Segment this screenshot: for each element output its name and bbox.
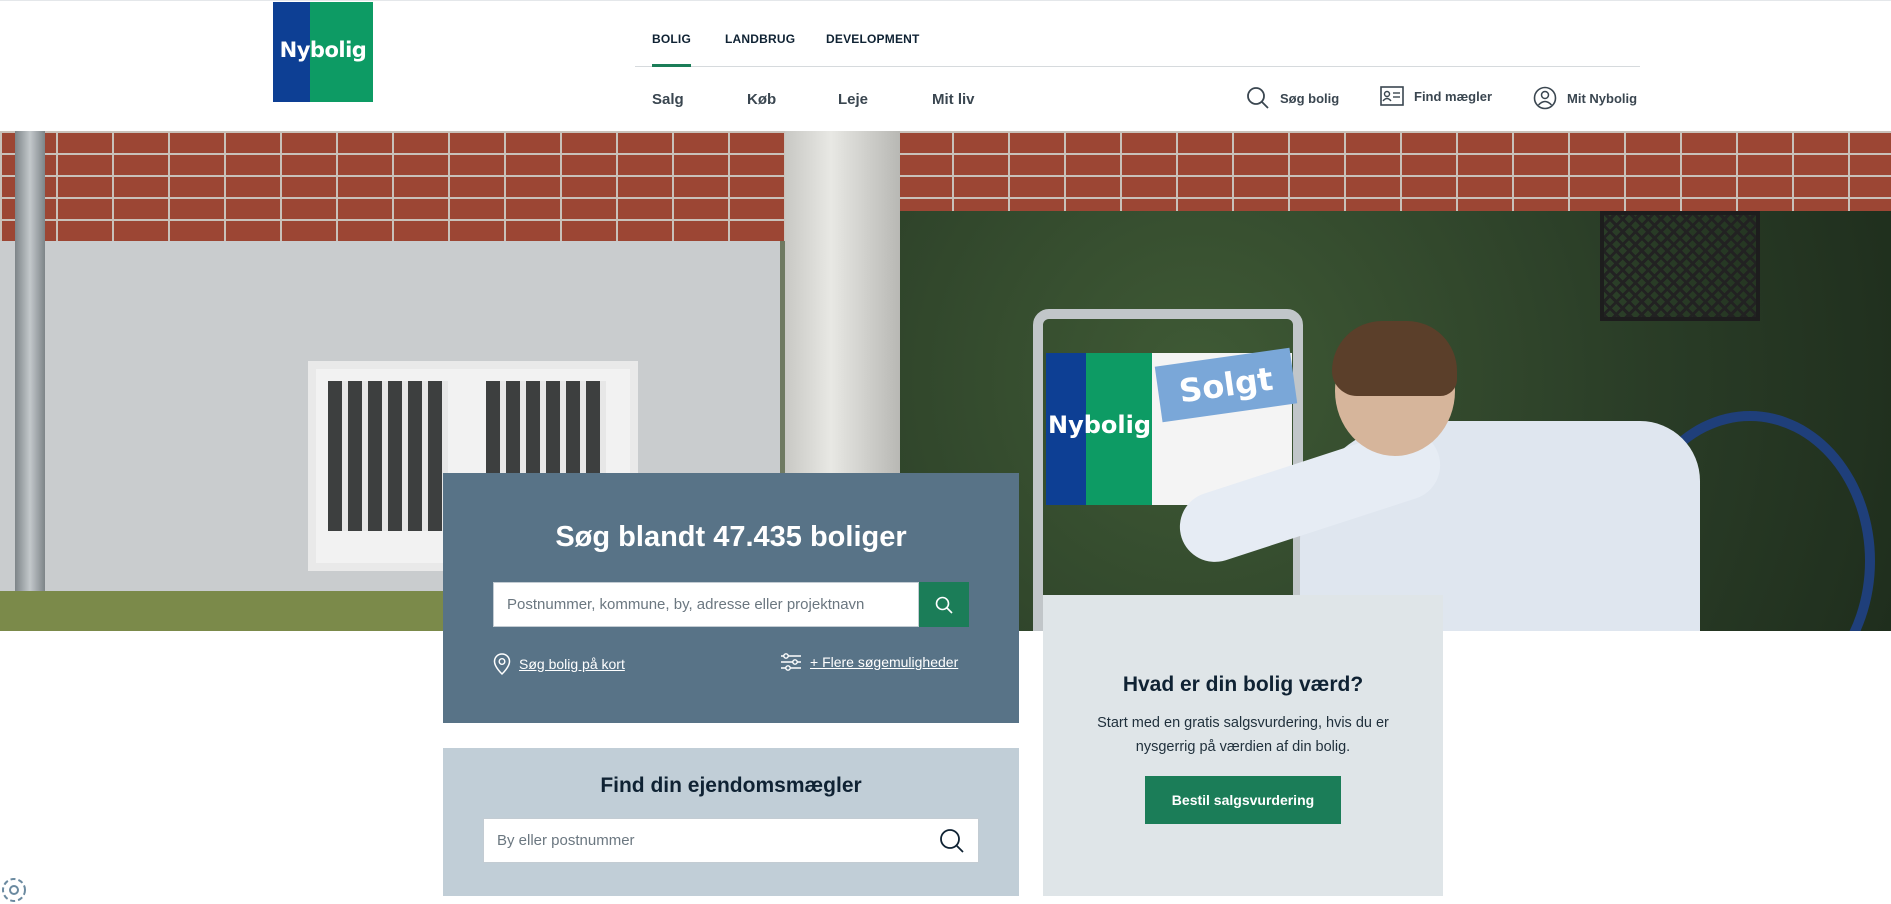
search-icon [1247,87,1269,109]
filter-sliders-icon [781,653,801,671]
more-options-link[interactable]: + Flere søgemuligheder [780,653,958,671]
order-valuation-button[interactable]: Bestil salgsvurdering [1145,776,1341,824]
agent-search-title: Find din ejendomsmægler [600,774,862,797]
drain-pipe [15,131,45,616]
cookie-settings-icon[interactable] [0,876,28,904]
user-icon [1533,86,1557,110]
logo-text: Nybolig [279,38,367,62]
search-home-label: Søg bolig [1280,90,1340,106]
my-nybolig-link[interactable]: Mit Nybolig [1533,86,1637,110]
tab-development[interactable]: DEVELOPMENT [826,32,920,46]
valuation-title: Hvad er din bolig værd? [1122,673,1364,696]
nav-item-leje[interactable]: Leje [838,91,868,108]
bike-basket [1600,211,1760,321]
map-search-label: Søg bolig på kort [519,656,625,672]
search-icon[interactable] [939,828,965,854]
nav-item-kob[interactable]: Køb [747,91,776,108]
property-search-panel: Søg blandt 47.435 boliger Postnummer, ko… [443,473,1019,723]
site-header: Nybolig BOLIG LANDBRUG DEVELOPMENT Salg … [0,0,1891,131]
tab-bolig[interactable]: BOLIG [652,32,691,67]
agent-search-panel: Find din ejendomsmægler By eller postnum… [443,748,1019,896]
map-search-link[interactable]: Søg bolig på kort [493,653,625,675]
id-card-icon [1380,86,1404,106]
tab-landbrug[interactable]: LANDBRUG [725,32,795,46]
sign-logo-text: Nybolig [1048,411,1152,439]
valuation-text: Start med en gratis salgsvurdering, hvis… [1097,715,1389,755]
find-agent-label: Find mægler [1414,88,1493,104]
segment-tabs: BOLIG LANDBRUG DEVELOPMENT [635,1,1640,67]
nybolig-logo[interactable]: Nybolig [273,2,373,102]
search-icon [935,596,953,614]
search-submit-button[interactable] [919,582,969,627]
more-options-label: + Flere søgemuligheder [810,654,959,670]
person-hair [1332,321,1457,396]
nav-item-mit-liv[interactable]: Mit liv [932,91,975,108]
property-search-input[interactable]: Postnummer, kommune, by, adresse eller p… [493,582,919,627]
map-pin-icon [493,653,511,675]
search-title: Søg blandt 47.435 boliger [555,521,907,553]
agent-search-input[interactable]: By eller postnummer [483,818,979,863]
find-agent-link[interactable]: Find mægler [1380,86,1492,106]
nav-item-salg[interactable]: Salg [652,91,684,108]
valuation-panel: Hvad er din bolig værd? Start med en gra… [1043,595,1443,896]
my-nybolig-label: Mit Nybolig [1567,90,1638,106]
search-home-link[interactable]: Søg bolig [1246,86,1339,110]
window-pane [328,381,448,531]
